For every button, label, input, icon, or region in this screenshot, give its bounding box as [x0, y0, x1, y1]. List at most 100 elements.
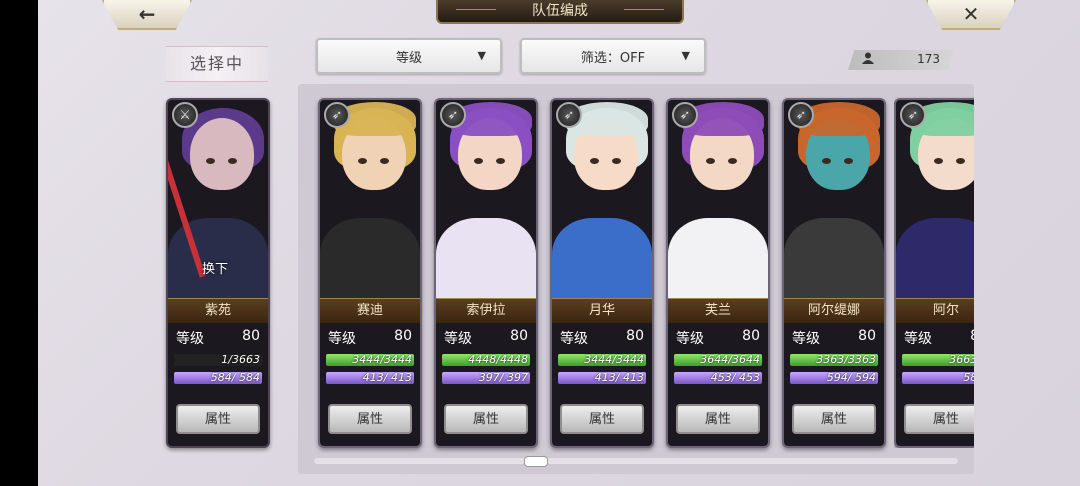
- level-label: 等级: [444, 331, 472, 347]
- sword-icon: ⚔: [172, 102, 198, 128]
- character-name: 赛迪: [320, 298, 420, 323]
- swap-out-label[interactable]: 换下: [202, 258, 228, 277]
- level-value: 80: [394, 328, 412, 344]
- character-portrait: [784, 100, 884, 298]
- level-value: 80: [858, 328, 876, 344]
- attributes-button[interactable]: 属性: [676, 404, 760, 434]
- character-portrait: [668, 100, 768, 298]
- hp-bar: 3644/3644: [674, 354, 762, 366]
- character-name: 阿尔: [896, 298, 974, 323]
- attributes-button[interactable]: 属性: [792, 404, 876, 434]
- character-name: 紫苑: [168, 298, 268, 323]
- sp-text: 584/ 584: [210, 372, 260, 384]
- level-row: 等级 80: [902, 328, 974, 348]
- game-screen: ← 队伍编成 ✕ 等级 ▼ 筛选：OFF ▼ 173 选择中 ⚔ 换下 紫苑 等…: [38, 0, 1080, 486]
- level-value: 80: [626, 328, 644, 344]
- character-card[interactable]: ➶ 索伊拉等级 80 4448/4448 397/ 397 属性: [434, 98, 538, 448]
- attributes-button[interactable]: 属性: [328, 404, 412, 434]
- close-button[interactable]: ✕: [926, 0, 1016, 30]
- hp-text: 3444/3444: [352, 354, 412, 366]
- bow-icon: ➶: [324, 102, 350, 128]
- character-portrait: [436, 100, 536, 298]
- back-arrow-icon: ←: [138, 2, 156, 26]
- level-value: 80: [970, 328, 974, 344]
- sp-bar: 413/ 413: [558, 372, 646, 384]
- selected-character-card[interactable]: ⚔ 换下 紫苑 等级 80 1/3663 584/ 584 属性: [166, 98, 270, 448]
- horizontal-scrollbar[interactable]: [314, 458, 958, 464]
- character-count: 173: [848, 50, 954, 70]
- attributes-button[interactable]: 属性: [904, 404, 974, 434]
- close-icon: ✕: [962, 2, 980, 26]
- filter-dropdown-label: 筛选：OFF: [580, 50, 646, 66]
- character-portrait: [896, 100, 974, 298]
- sp-bar: 584/ 584: [174, 372, 262, 384]
- character-card[interactable]: ➶ 阿尔等级 80 3663/3 584/属性: [894, 98, 974, 448]
- level-label: 等级: [904, 331, 932, 347]
- hp-text: 3663/3: [949, 354, 974, 366]
- sp-bar: 453/ 453: [674, 372, 762, 384]
- sp-text: 594/ 594: [826, 372, 876, 384]
- character-name: 阿尔缇娜: [784, 298, 884, 323]
- hp-bar: 3663/3: [902, 354, 974, 366]
- filter-dropdown[interactable]: 筛选：OFF ▼: [520, 38, 706, 74]
- page-title: 队伍编成: [436, 0, 684, 24]
- scrollbar-thumb[interactable]: [524, 456, 548, 467]
- sp-bar: 397/ 397: [442, 372, 530, 384]
- character-name: 月华: [552, 298, 652, 323]
- hp-text: 3444/3444: [584, 354, 644, 366]
- level-row: 等级 80: [442, 328, 530, 348]
- partial-card-clip: ➶ 阿尔等级 80 3663/3 584/属性: [894, 96, 974, 448]
- hp-text: 3644/3644: [700, 354, 760, 366]
- hp-bar: 3363/3363: [790, 354, 878, 366]
- sp-text: 413/ 413: [594, 372, 644, 384]
- character-card[interactable]: ➶ 赛迪等级 80 3444/3444 413/ 413 属性: [318, 98, 422, 448]
- level-row: 等级 80: [174, 328, 262, 348]
- level-label: 等级: [792, 331, 820, 347]
- level-label: 等级: [328, 331, 356, 347]
- character-name: 索伊拉: [436, 298, 536, 323]
- sp-bar: 584/: [902, 372, 974, 384]
- bow-icon: ➶: [440, 102, 466, 128]
- character-card[interactable]: ➶ 芙兰等级 80 3644/3644 453/ 453 属性: [666, 98, 770, 448]
- character-count-value: 173: [917, 52, 940, 66]
- attributes-button[interactable]: 属性: [176, 404, 260, 434]
- hp-bar: 3444/3444: [558, 354, 646, 366]
- hp-text: 4448/4448: [468, 354, 528, 366]
- attributes-button[interactable]: 属性: [560, 404, 644, 434]
- level-label: 等级: [176, 331, 204, 347]
- chevron-down-icon: ▼: [681, 49, 690, 62]
- hp-bar: 4448/4448: [442, 354, 530, 366]
- hp-bar: 3444/3444: [326, 354, 414, 366]
- character-portrait: [320, 100, 420, 298]
- character-portrait: [552, 100, 652, 298]
- level-row: 等级 80: [674, 328, 762, 348]
- sp-text: 584/: [963, 372, 974, 384]
- back-button[interactable]: ←: [102, 0, 192, 30]
- hp-text: 3363/3363: [816, 354, 876, 366]
- level-value: 80: [742, 328, 760, 344]
- character-card[interactable]: ➶ 月华等级 80 3444/3444 413/ 413 属性: [550, 98, 654, 448]
- attributes-button[interactable]: 属性: [444, 404, 528, 434]
- bow-icon: ➶: [556, 102, 582, 128]
- bow-icon: ➶: [672, 102, 698, 128]
- level-value: 80: [242, 328, 260, 344]
- level-value: 80: [510, 328, 528, 344]
- level-label: 等级: [560, 331, 588, 347]
- sp-text: 397/ 397: [478, 372, 528, 384]
- sp-bar: 594/ 594: [790, 372, 878, 384]
- level-row: 等级 80: [790, 328, 878, 348]
- hp-text: 1/3663: [221, 354, 260, 366]
- sp-text: 413/ 413: [362, 372, 412, 384]
- sp-text: 453/ 453: [710, 372, 760, 384]
- level-row: 等级 80: [326, 328, 414, 348]
- bow-icon: ➶: [900, 102, 926, 128]
- level-label: 等级: [676, 331, 704, 347]
- character-card[interactable]: ➶ 阿尔缇娜等级 80 3363/3363 594/ 594 属性: [782, 98, 886, 448]
- hp-bar: 1/3663: [174, 354, 262, 366]
- character-name: 芙兰: [668, 298, 768, 323]
- level-row: 等级 80: [558, 328, 646, 348]
- selecting-label: 选择中: [166, 46, 268, 82]
- bow-icon: ➶: [788, 102, 814, 128]
- person-icon: [862, 52, 874, 67]
- sort-dropdown[interactable]: 等级 ▼: [316, 38, 502, 74]
